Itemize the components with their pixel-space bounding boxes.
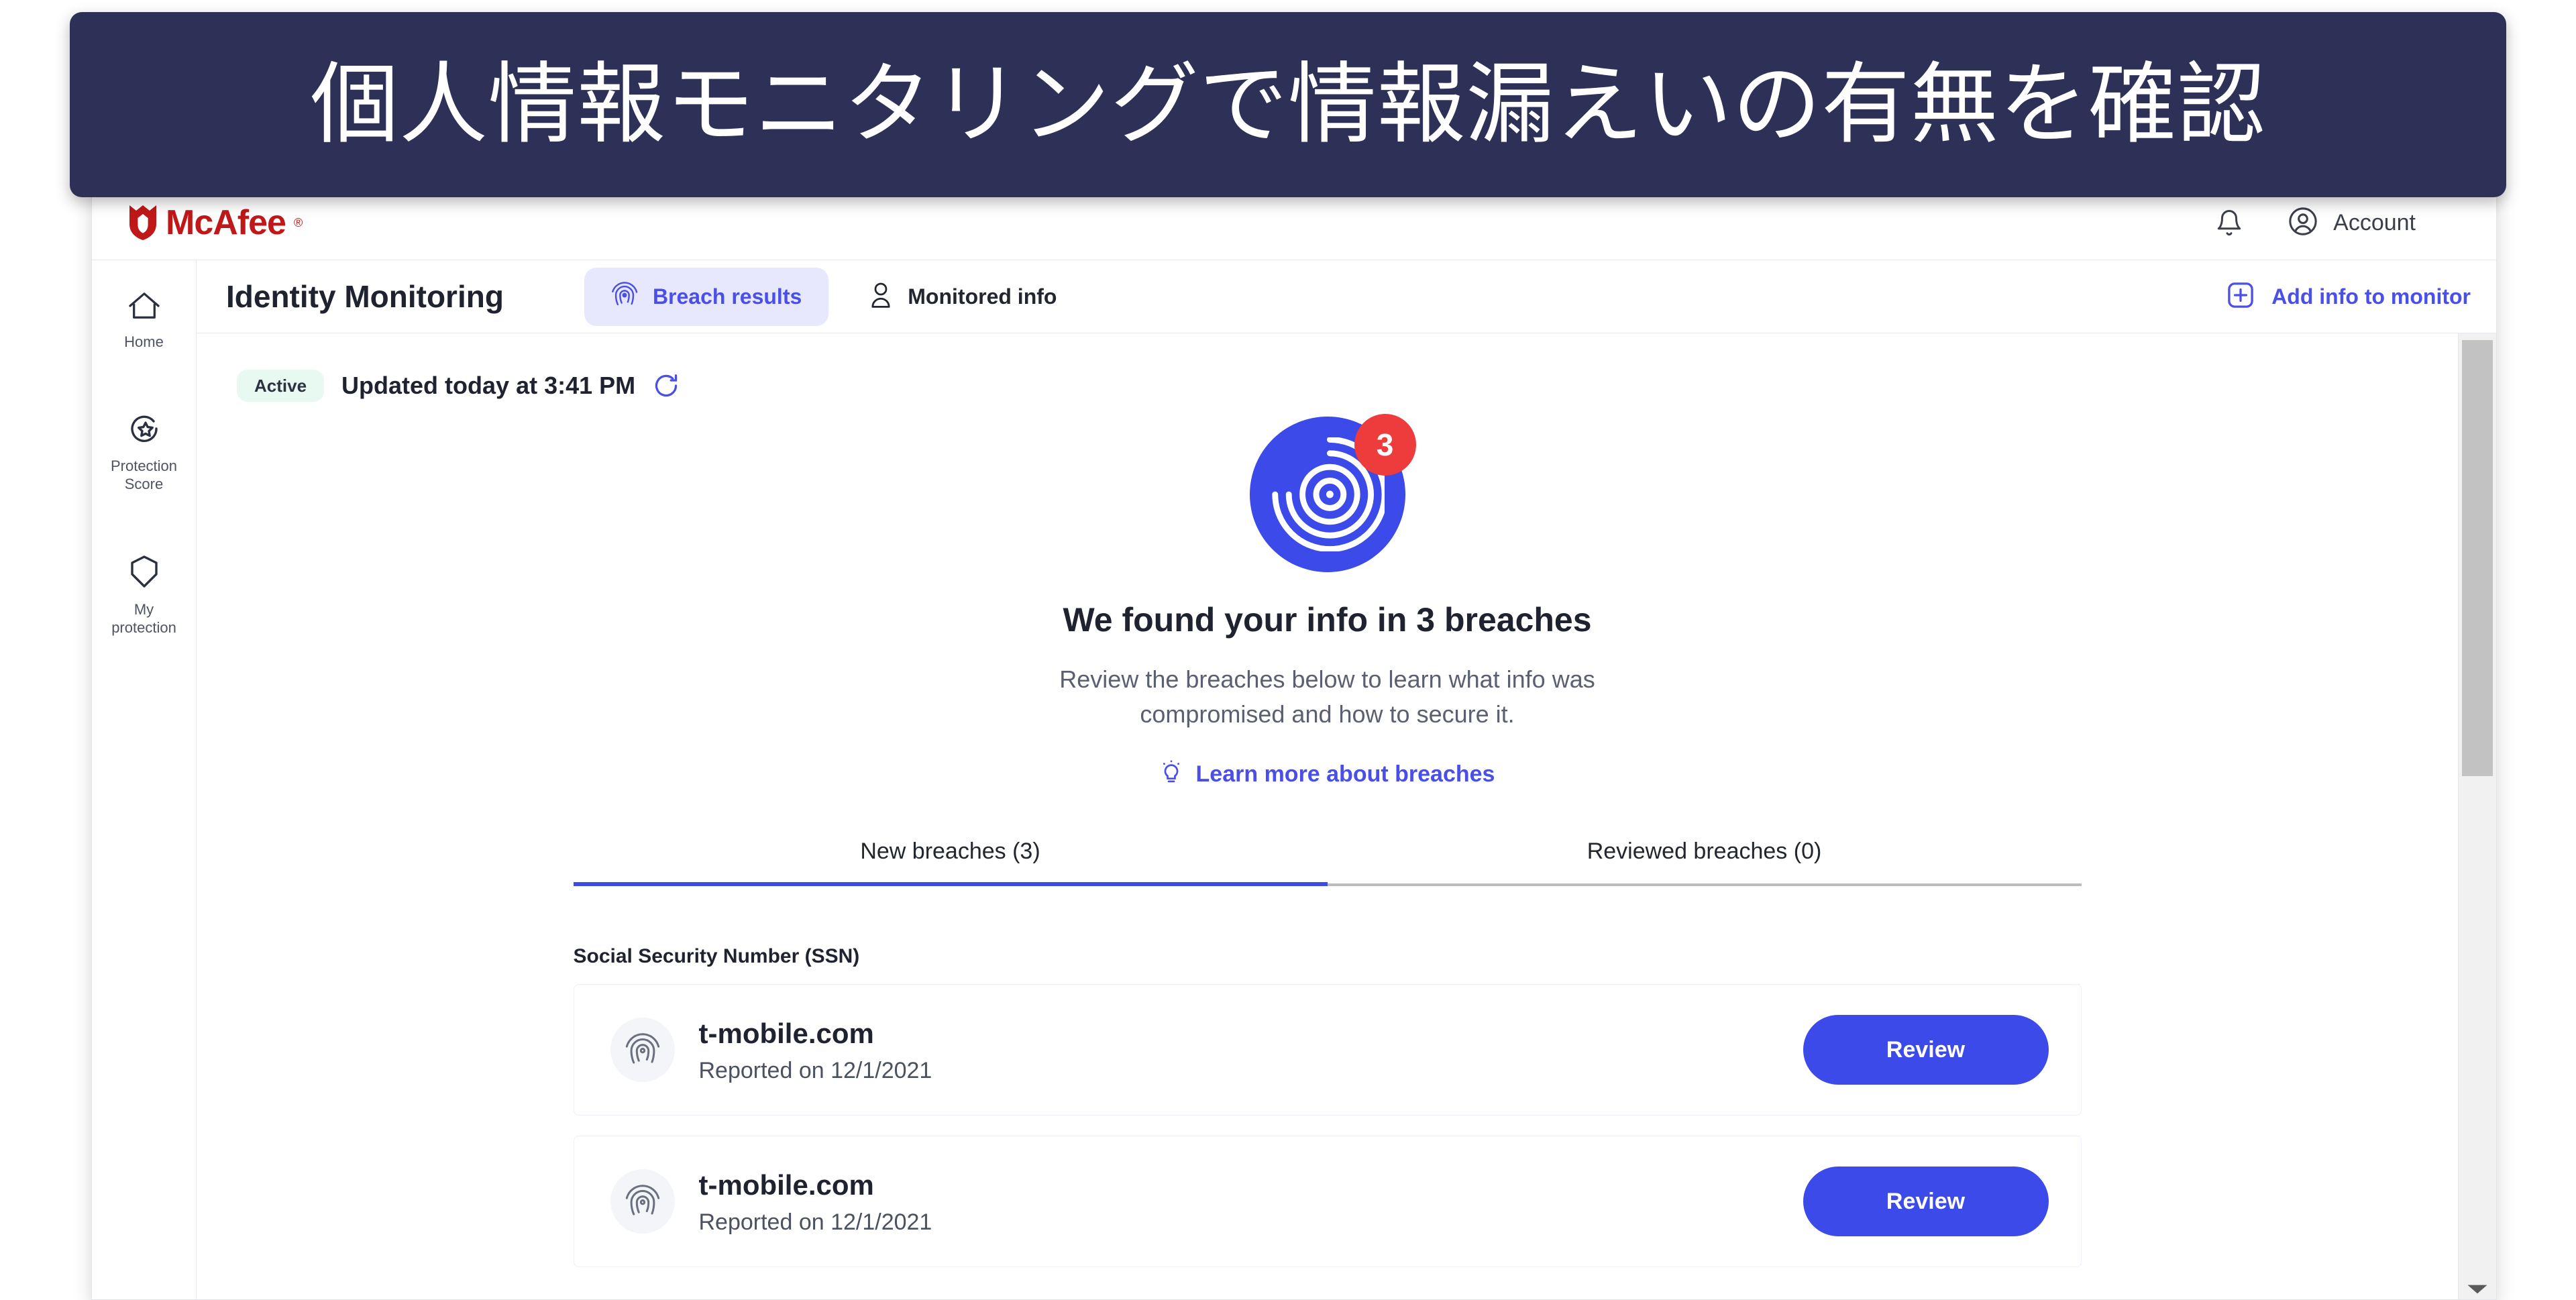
registered-mark: ® [293, 216, 303, 229]
account-label: Account [2333, 209, 2416, 235]
page-header: Identity Monitoring Breach results Monit… [197, 260, 2496, 333]
tab-label-breach-results: Breach results [652, 284, 802, 309]
tab-monitored-info[interactable]: Monitored info [842, 268, 1083, 325]
sidebar-item-home[interactable]: Home [92, 288, 196, 354]
hero-headline: We found your info in 3 breaches [1063, 601, 1592, 639]
review-button[interactable]: Review [1803, 1015, 2049, 1085]
breach-reported-date: Reported on 12/1/2021 [698, 1058, 932, 1084]
mcafee-shield-icon [127, 204, 159, 241]
sidebar-item-my-protection[interactable]: My protection [92, 552, 196, 639]
fingerprint-icon [611, 281, 638, 313]
main-panel: Identity Monitoring Breach results Monit… [197, 260, 2496, 1299]
account-avatar-icon [2288, 206, 2318, 240]
breach-card[interactable]: t-mobile.com Reported on 12/1/2021 Revie… [573, 984, 2082, 1116]
tab-label-new-breaches: New breaches (3) [860, 838, 1040, 865]
tab-reviewed-breaches[interactable]: Reviewed breaches (0) [1327, 838, 2082, 887]
breach-card[interactable]: t-mobile.com Reported on 12/1/2021 Revie… [573, 1136, 2082, 1268]
scroll-area: Active Updated today at 3:41 PM 3 We fou… [197, 333, 2496, 1299]
review-button[interactable]: Review [1803, 1167, 2049, 1237]
tab-new-breaches[interactable]: New breaches (3) [573, 838, 1328, 887]
app-body: Home Protection Score My protection Iden… [92, 260, 2496, 1299]
sidebar-label-my-protection: My protection [111, 601, 176, 636]
shield-icon [129, 555, 160, 592]
learn-more-link[interactable]: Learn more about breaches [1160, 760, 1495, 789]
lightbulb-icon [1160, 760, 1183, 789]
tab-breach-results[interactable]: Breach results [584, 267, 829, 326]
breach-card-info: t-mobile.com Reported on 12/1/2021 [610, 1016, 932, 1085]
tab-label-reviewed-breaches: Reviewed breaches (0) [1587, 838, 1822, 865]
mcafee-logo[interactable]: McAfee ® [127, 204, 303, 241]
sidebar: Home Protection Score My protection [92, 260, 197, 1299]
hero-fingerprint-graphic: 3 [1249, 414, 1416, 572]
banner-headline-text: 個人情報モニタリングで情報漏えいの有無を確認 [310, 53, 2266, 156]
sidebar-label-protection-score: Protection Score [110, 457, 178, 492]
page-title: Identity Monitoring [226, 279, 504, 314]
japanese-headline-banner: 個人情報モニタリングで情報漏えいの有無を確認 [70, 12, 2506, 197]
fingerprint-icon [610, 1018, 675, 1083]
sidebar-label-home: Home [124, 333, 164, 350]
chevron-down-icon[interactable] [2459, 1283, 2496, 1296]
breach-results-content: Active Updated today at 3:41 PM 3 We fou… [197, 333, 2458, 1299]
breach-summary-hero: 3 We found your info in 3 breaches Revie… [197, 402, 2458, 789]
hero-subtext: Review the breaches below to learn what … [1059, 665, 1595, 728]
tab-label-monitored-info: Monitored info [908, 284, 1057, 309]
section-title-ssn: Social Security Number (SSN) [573, 945, 860, 968]
breach-card-text: t-mobile.com Reported on 12/1/2021 [699, 1168, 932, 1236]
account-button[interactable]: Account [2288, 206, 2416, 240]
vertical-scrollbar[interactable] [2458, 333, 2496, 1299]
scrollbar-thumb[interactable] [2462, 340, 2493, 776]
breach-card-info: t-mobile.com Reported on 12/1/2021 [610, 1168, 932, 1236]
breach-filter-tabs: New breaches (3) Reviewed breaches (0) [573, 838, 2082, 887]
breach-count-badge: 3 [1354, 414, 1416, 476]
page-header-tabs: Breach results Monitored info [584, 267, 1084, 326]
fingerprint-icon [610, 1169, 675, 1234]
breach-domain: t-mobile.com [698, 1017, 874, 1049]
mcafee-app-window: McAfee ® Account Home Protection Score M… [91, 185, 2497, 1300]
status-row: Active Updated today at 3:41 PM [197, 333, 2458, 402]
plus-square-icon [2227, 282, 2254, 312]
last-updated-text: Updated today at 3:41 PM [341, 372, 636, 399]
refresh-icon[interactable] [653, 372, 680, 399]
add-info-to-monitor-button[interactable]: Add info to monitor [2227, 282, 2496, 312]
protection-score-icon [128, 413, 160, 448]
add-info-label: Add info to monitor [2271, 284, 2471, 309]
learn-more-label: Learn more about breaches [1195, 761, 1495, 788]
bell-icon[interactable] [2215, 209, 2243, 237]
breach-reported-date: Reported on 12/1/2021 [698, 1209, 932, 1236]
top-bar-right-group: Account [2215, 206, 2496, 240]
sidebar-item-protection-score[interactable]: Protection Score [92, 410, 196, 496]
person-icon [869, 282, 893, 312]
card-top-seam [1717, 984, 2081, 985]
breach-domain: t-mobile.com [698, 1169, 874, 1201]
breach-card-text: t-mobile.com Reported on 12/1/2021 [699, 1016, 932, 1085]
status-badge: Active [237, 370, 325, 402]
home-icon [127, 291, 161, 324]
mcafee-wordmark: McAfee [166, 203, 286, 242]
